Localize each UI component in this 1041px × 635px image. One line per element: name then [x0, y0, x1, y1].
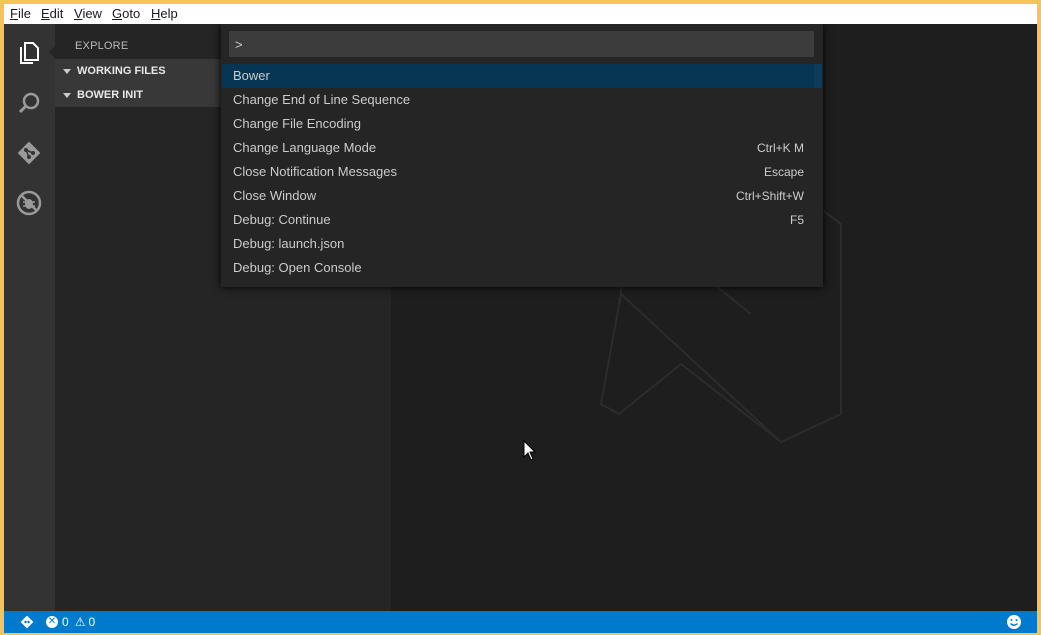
menu-edit[interactable]: Edit: [41, 6, 63, 22]
problems-status[interactable]: ✕ 0 ⚠ 0: [46, 611, 95, 633]
command-label: Debug: Continue: [233, 212, 331, 227]
command-item[interactable]: Debug: Open Console: [222, 256, 822, 280]
command-keybinding: Ctrl+Shift+W: [735, 189, 804, 203]
command-label: Debug: Open Console: [233, 260, 362, 275]
command-label: Close Window: [233, 188, 317, 203]
git-icon[interactable]: [14, 138, 44, 168]
command-item[interactable]: Debug: launch.json: [222, 232, 822, 256]
warning-icon: ⚠: [74, 615, 86, 629]
debug-icon[interactable]: [14, 188, 44, 218]
menu-goto-label: oto: [122, 6, 141, 21]
menu-goto[interactable]: Goto: [112, 6, 140, 22]
command-label: Change End of Line Sequence: [233, 92, 411, 107]
files-icon[interactable]: [14, 38, 44, 68]
command-list-scrollbar[interactable]: [814, 64, 822, 88]
collapse-triangle-icon: [63, 92, 71, 98]
mouse-pointer-icon: [523, 439, 537, 467]
command-label: Close Notification Messages: [233, 164, 398, 179]
git-branch-icon[interactable]: [20, 611, 34, 633]
menu-bar: File Edit View Goto Help: [4, 4, 1037, 24]
command-palette: Bower Change End of Line Sequence Change F…: [221, 24, 823, 287]
status-bar: ✕ 0 ⚠ 0: [4, 611, 1037, 633]
menu-file[interactable]: File: [10, 6, 31, 22]
command-item[interactable]: Change End of Line Sequence: [222, 88, 822, 112]
command-item[interactable]: Debug: Continue F5: [222, 208, 822, 232]
menu-help-label: elp: [160, 6, 178, 21]
feedback-smiley-icon[interactable]: [1006, 611, 1022, 633]
menu-file-mnemonic: F: [10, 6, 18, 21]
menu-edit-label: dit: [49, 6, 64, 21]
command-keybinding: F5: [789, 213, 804, 227]
collapse-triangle-icon: [63, 68, 71, 74]
search-icon[interactable]: [14, 88, 44, 118]
menu-edit-mnemonic: E: [41, 6, 50, 21]
section-bower-init-label: BOWER INIT: [77, 89, 143, 101]
menu-help[interactable]: Help: [151, 6, 178, 22]
command-item[interactable]: Close Window Ctrl+Shift+W: [222, 184, 822, 208]
menu-view-label: iew: [82, 6, 102, 21]
command-list: Bower Change End of Line Sequence Change F…: [222, 64, 822, 280]
command-item[interactable]: Close Notification Messages Escape: [222, 160, 822, 184]
menu-goto-mnemonic: G: [112, 6, 123, 21]
warning-count: 0: [88, 615, 96, 629]
menu-help-mnemonic: H: [151, 6, 161, 21]
command-item[interactable]: Change Language Mode Ctrl+K M: [222, 136, 822, 160]
error-count: 0: [62, 615, 69, 629]
menu-view[interactable]: View: [74, 6, 102, 22]
command-item[interactable]: Change File Encoding: [222, 112, 822, 136]
command-item[interactable]: Bower: [222, 64, 822, 88]
command-label: Change Language Mode: [233, 140, 377, 155]
activity-bar: [4, 24, 55, 611]
window-frame: File Edit View Goto Help EXPLORE WORKING…: [0, 0, 1041, 635]
command-label: Bower: [233, 68, 270, 83]
command-keybinding: Ctrl+K M: [756, 141, 804, 155]
command-label: Change File Encoding: [233, 116, 361, 131]
command-keybinding: Escape: [763, 165, 804, 179]
command-palette-input[interactable]: [229, 31, 814, 57]
sidebar-title: EXPLORE: [75, 40, 129, 52]
workbench: EXPLORE WORKING FILES BOWER INIT Bower Ch…: [4, 24, 1037, 611]
command-label: Debug: launch.json: [233, 236, 345, 251]
menu-file-label: ile: [17, 6, 31, 21]
section-working-files-label: WORKING FILES: [77, 65, 166, 77]
error-icon: ✕: [46, 616, 58, 628]
